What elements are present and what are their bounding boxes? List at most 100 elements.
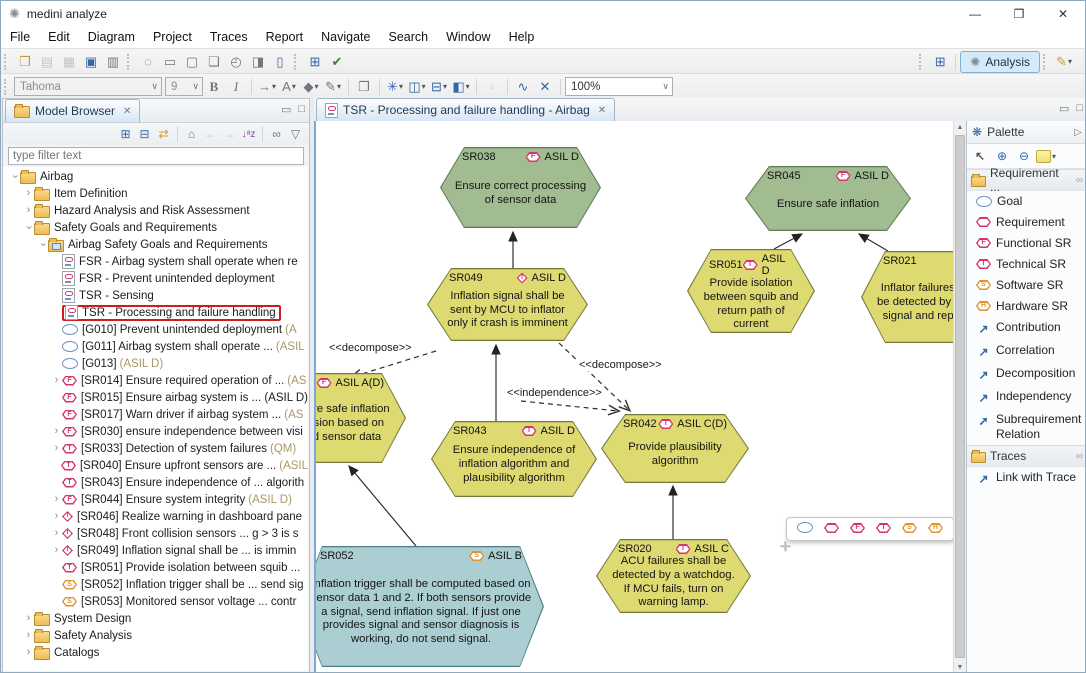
- menu-navigate[interactable]: Navigate: [312, 30, 379, 44]
- tree-item[interactable]: ›System Design: [3, 610, 308, 627]
- comment-icon[interactable]: ◌: [137, 52, 159, 72]
- font-size-select[interactable]: 9∨: [165, 77, 203, 96]
- layout-tree-icon[interactable]: ⊟▾: [428, 77, 450, 97]
- collapse-palette-icon[interactable]: ▷: [1074, 127, 1082, 138]
- palette-item-contribution[interactable]: ↗Contribution: [967, 317, 1086, 340]
- tree-item[interactable]: ›F[SR030] ensure independence between vi…: [3, 423, 308, 440]
- save-all-icon[interactable]: ▦: [58, 52, 80, 72]
- model-browser-tab[interactable]: Model Browser ✕: [5, 99, 140, 122]
- check-document-icon[interactable]: ✔: [326, 52, 348, 72]
- expander-closed-icon[interactable]: ›: [23, 188, 34, 199]
- menu-diagram[interactable]: Diagram: [79, 30, 144, 44]
- tree-item[interactable]: ›Airbag Safety Goals and Requirements: [3, 236, 308, 253]
- diagram-node-sr021[interactable]: SR021FInflator failures shall be detecte…: [861, 251, 953, 343]
- menu-project[interactable]: Project: [144, 30, 201, 44]
- tree-item[interactable]: [G010] Prevent unintended deployment(A: [3, 321, 308, 338]
- scroll-up-icon[interactable]: ▲: [954, 121, 966, 134]
- view-menu-icon[interactable]: ▽: [286, 125, 305, 143]
- expander-closed-icon[interactable]: ›: [51, 545, 62, 556]
- diagram-node-sr052[interactable]: SR052SASIL BInflation trigger shall be c…: [314, 546, 544, 667]
- bold-button[interactable]: B: [203, 77, 225, 97]
- tree-item[interactable]: ›Safety Goals and Requirements: [3, 219, 308, 236]
- editor-tab[interactable]: TSR - Processing and failure handling - …: [316, 98, 615, 121]
- relation-edge-solid[interactable]: [349, 466, 416, 546]
- selection-rect-icon[interactable]: ▫: [481, 77, 503, 97]
- home-icon[interactable]: ⌂: [182, 125, 201, 143]
- popup-req-button[interactable]: [824, 522, 839, 536]
- copy-element-icon[interactable]: ❏: [203, 52, 225, 72]
- diagram-node-sr-left[interactable]: FASIL A(D)Ensure safe inflation decision…: [314, 373, 406, 463]
- font-color-icon[interactable]: A▾: [278, 77, 300, 97]
- palette-item-software-sr[interactable]: SSoftware SR: [967, 275, 1086, 296]
- expander-closed-icon[interactable]: ›: [23, 647, 34, 658]
- expander-closed-icon[interactable]: ›: [23, 205, 34, 216]
- diagram-node-sr038[interactable]: SR038FASIL DEnsure correct processing of…: [440, 147, 601, 228]
- popup-req-t-button[interactable]: T: [876, 522, 891, 536]
- zoom-out-tool-icon[interactable]: ⊖: [1015, 147, 1033, 165]
- open-perspective-icon[interactable]: ⊞: [929, 52, 951, 72]
- menu-report[interactable]: Report: [257, 30, 313, 44]
- tree-item[interactable]: ›Catalogs: [3, 644, 308, 661]
- report-icon[interactable]: ▥: [102, 52, 124, 72]
- popup-req-f-button[interactable]: F: [850, 522, 865, 536]
- maximize-editor-icon[interactable]: □: [1076, 102, 1083, 115]
- minimize-panel-icon[interactable]: ▭: [281, 103, 291, 116]
- tree-item[interactable]: T[SR051] Provide isolation between squib…: [3, 559, 308, 576]
- palette-item-functional-sr[interactable]: FFunctional SR: [967, 233, 1086, 254]
- save-icon[interactable]: ▤: [36, 52, 58, 72]
- diagram-canvas[interactable]: SR038FASIL DEnsure correct processing of…: [314, 121, 953, 673]
- close-icon[interactable]: ✕: [123, 106, 131, 117]
- scrollbar-thumb[interactable]: [955, 135, 965, 658]
- route-edges-icon[interactable]: ∿: [512, 77, 534, 97]
- tree-item[interactable]: FSR - Airbag system shall operate when r…: [3, 253, 308, 270]
- palette-item-goal[interactable]: Goal: [967, 191, 1086, 212]
- notebook-icon[interactable]: ▯: [269, 52, 291, 72]
- tree-item[interactable]: S[SR052] Inflation trigger shall be ... …: [3, 576, 308, 593]
- forward-icon[interactable]: →: [220, 125, 239, 143]
- tree-item[interactable]: ›Safety Analysis: [3, 627, 308, 644]
- tree-item[interactable]: ›T[SR046] Realize warning in dashboard p…: [3, 508, 308, 525]
- line-style-icon[interactable]: ✎▾: [322, 77, 344, 97]
- tree-item[interactable]: [G011] Airbag system shall operate ...(A…: [3, 338, 308, 355]
- users-icon[interactable]: ∞: [267, 125, 286, 143]
- italic-button[interactable]: I: [225, 77, 247, 97]
- scroll-down-icon[interactable]: ▼: [954, 661, 966, 673]
- pin-icon[interactable]: ∞: [1076, 451, 1083, 462]
- menu-traces[interactable]: Traces: [201, 30, 257, 44]
- maximize-button[interactable]: ❒: [997, 1, 1041, 26]
- expander-closed-icon[interactable]: ›: [23, 630, 34, 641]
- maximize-panel-icon[interactable]: □: [298, 103, 305, 116]
- table-add-icon[interactable]: ⊞: [304, 52, 326, 72]
- expander-open-icon[interactable]: ›: [37, 239, 48, 250]
- palette-group-header[interactable]: Traces∞: [967, 445, 1086, 467]
- tree-item[interactable]: ›Item Definition: [3, 185, 308, 202]
- menu-window[interactable]: Window: [437, 30, 499, 44]
- tree-item[interactable]: TSR - Sensing: [3, 287, 308, 304]
- remove-crossings-icon[interactable]: ✕: [534, 77, 556, 97]
- expander-open-icon[interactable]: ›: [9, 171, 20, 182]
- arrow-style-icon[interactable]: →▾: [256, 77, 278, 97]
- palette-item-requirement[interactable]: Requirement: [967, 212, 1086, 233]
- brush-icon[interactable]: ✎▾: [1053, 52, 1075, 72]
- back-icon[interactable]: ←: [201, 125, 220, 143]
- diagram-node-sr045[interactable]: SR045FASIL DEnsure safe inflation: [745, 166, 911, 231]
- expand-all-icon[interactable]: ⊞: [116, 125, 135, 143]
- analysis-perspective-button[interactable]: ✺ Analysis: [960, 51, 1040, 73]
- menu-file[interactable]: File: [1, 30, 39, 44]
- tree-item[interactable]: FSR - Prevent unintended deployment: [3, 270, 308, 287]
- tree-item[interactable]: ›T[SR048] Front collision sensors ... g …: [3, 525, 308, 542]
- tree-item[interactable]: TSR - Processing and failure handling: [3, 304, 308, 321]
- expander-closed-icon[interactable]: ›: [51, 511, 62, 522]
- tree-item[interactable]: ›F[SR044] Ensure system integrity(ASIL D…: [3, 491, 308, 508]
- palette-item-independency[interactable]: ↗Independency: [967, 386, 1086, 409]
- expander-closed-icon[interactable]: ›: [51, 443, 62, 454]
- palette-item-decomposition[interactable]: ↗Decomposition: [967, 363, 1086, 386]
- minimize-button[interactable]: —: [953, 1, 997, 26]
- pin-icon[interactable]: ∞: [1076, 175, 1083, 186]
- diagram-node-sr051[interactable]: SR051TASIL DProvide isolation between sq…: [687, 249, 815, 333]
- diagram-node-sr020[interactable]: SR020TASIL CACU failures shall be detect…: [596, 539, 751, 613]
- shape-icon[interactable]: ▭: [159, 52, 181, 72]
- copy-format-icon[interactable]: ❐: [353, 77, 375, 97]
- expander-closed-icon[interactable]: ›: [51, 494, 62, 505]
- relation-edge-solid[interactable]: [859, 234, 888, 251]
